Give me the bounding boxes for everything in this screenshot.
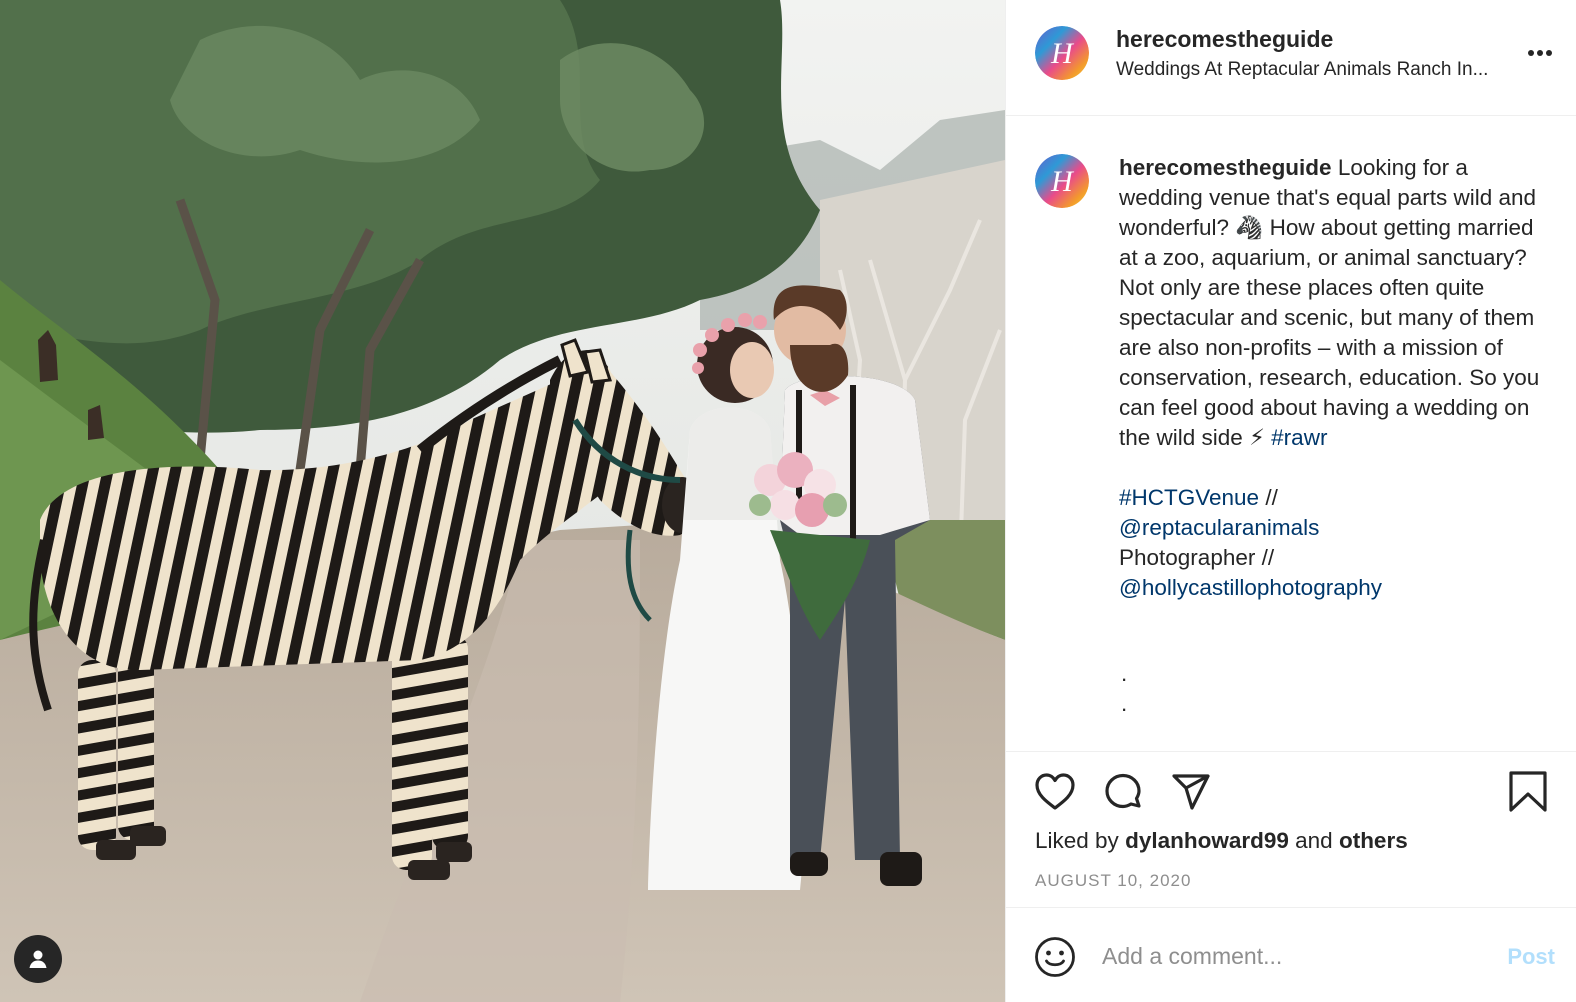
liked-by-others[interactable]: others — [1339, 828, 1408, 853]
post-date[interactable]: AUGUST 10, 2020 — [1035, 871, 1191, 891]
caption-dots: . . — [1119, 659, 1551, 719]
liked-by-and: and — [1295, 828, 1333, 853]
caption-avatar[interactable]: H — [1035, 154, 1089, 208]
svg-text:H: H — [1050, 37, 1075, 70]
liked-by-prefix: Liked by — [1035, 828, 1119, 853]
lightning-emoji: ⚡ — [1249, 425, 1265, 450]
user-tag-button[interactable] — [14, 935, 62, 983]
actions-section: Liked by dylanhoward99 and others AUGUST… — [1006, 752, 1576, 908]
more-options-button[interactable] — [1525, 38, 1555, 68]
avatar[interactable]: H — [1035, 26, 1089, 80]
separator: // — [1259, 485, 1278, 510]
share-button[interactable] — [1169, 770, 1213, 814]
hashtag-rawr[interactable]: #rawr — [1271, 425, 1327, 450]
caption-body-2: How about getting married at a zoo, aqua… — [1119, 215, 1540, 450]
emoji-icon — [1035, 937, 1075, 977]
like-button[interactable] — [1033, 770, 1077, 814]
liked-by-user[interactable]: dylanhoward99 — [1125, 828, 1289, 853]
bookmark-icon — [1509, 771, 1547, 812]
caption-dot: . — [1121, 691, 1128, 716]
user-tag-icon — [29, 950, 47, 968]
photographer-label: Photographer // — [1119, 545, 1275, 570]
post-header: H herecomestheguide Weddings At Reptacul… — [1006, 0, 1576, 116]
comment-icon — [1105, 773, 1141, 809]
caption-dot: . — [1121, 661, 1128, 686]
caption-text: herecomestheguide Looking for a wedding … — [1119, 153, 1551, 719]
wedding-zebra-photo — [0, 0, 1005, 1002]
mention-photographer[interactable]: @hollycastillophotography — [1119, 575, 1382, 600]
caption-username[interactable]: herecomestheguide — [1119, 155, 1332, 180]
save-button[interactable] — [1506, 770, 1550, 814]
svg-text:H: H — [1050, 165, 1075, 198]
zebra-emoji: 🦓 — [1235, 215, 1264, 240]
heart-icon — [1035, 773, 1075, 810]
post-photo[interactable] — [0, 0, 1005, 1002]
post-location[interactable]: Weddings At Reptacular Animals Ranch In.… — [1116, 59, 1541, 81]
more-options-icon — [1528, 50, 1552, 56]
profile-logo: H — [1035, 26, 1089, 80]
likes-summary: Liked by dylanhoward99 and others — [1035, 828, 1408, 854]
hashtag-hctgvenue[interactable]: #HCTGVenue — [1119, 485, 1259, 510]
post-comment-button[interactable]: Post — [1507, 944, 1555, 970]
profile-logo: H — [1035, 154, 1089, 208]
comment-bar: Post — [1006, 908, 1576, 1002]
share-icon — [1172, 774, 1210, 810]
comment-input[interactable] — [1102, 938, 1482, 974]
mention-venue[interactable]: @reptacularanimals — [1119, 515, 1319, 540]
emoji-button[interactable] — [1033, 935, 1077, 979]
post-side-panel: H herecomestheguide Weddings At Reptacul… — [1005, 0, 1576, 1002]
comment-button[interactable] — [1101, 770, 1145, 814]
caption-section: H herecomestheguide Looking for a weddin… — [1006, 116, 1576, 752]
post-author-username[interactable]: herecomestheguide — [1116, 26, 1333, 53]
